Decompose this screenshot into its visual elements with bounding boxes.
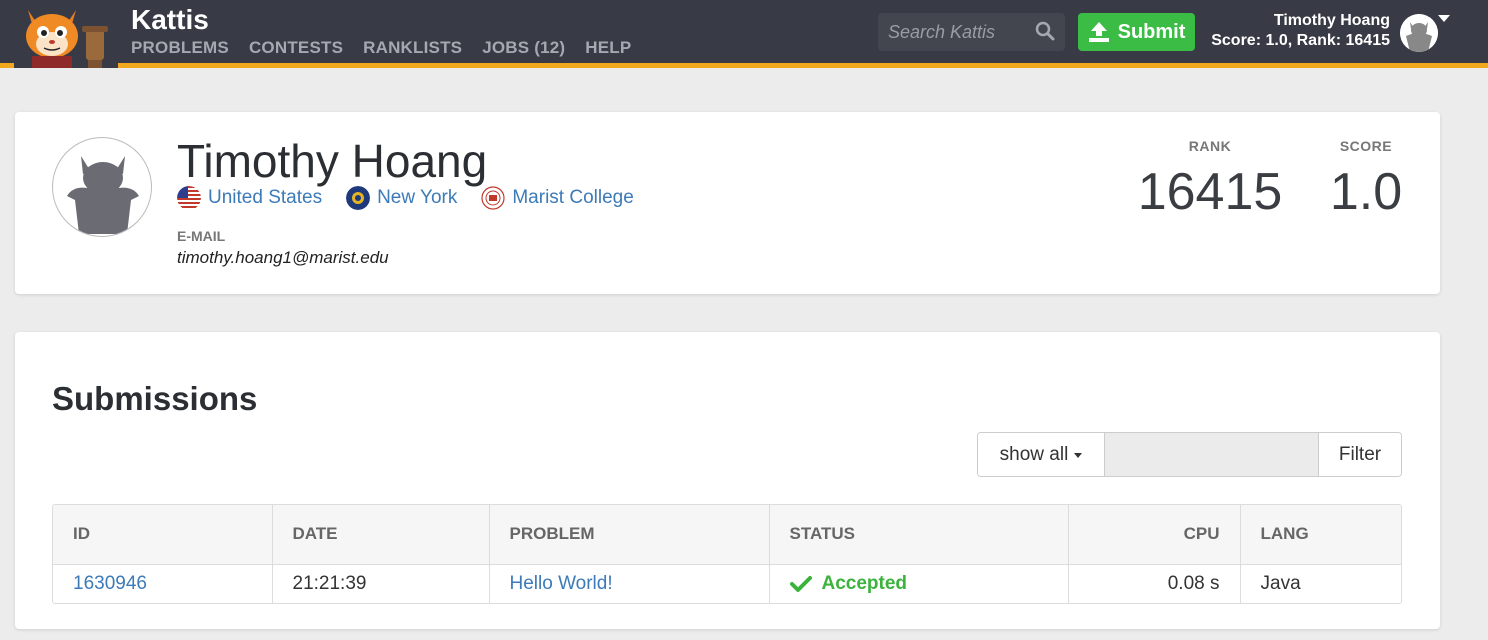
- status-badge: Accepted: [789, 572, 1068, 595]
- nav-jobs[interactable]: JOBS (12): [482, 38, 565, 58]
- affiliation-country: United States: [177, 186, 322, 210]
- country-link[interactable]: United States: [208, 187, 322, 209]
- column-header-problem[interactable]: PROBLEM: [489, 505, 770, 565]
- profile-name: Timothy Hoang: [177, 135, 488, 187]
- submission-cpu: 0.08 s: [1068, 564, 1241, 603]
- rank-stat: RANK 16415: [1137, 138, 1283, 222]
- submission-id-cell: 1630946: [53, 564, 273, 603]
- column-header-lang[interactable]: LANG: [1240, 505, 1401, 565]
- user-name: Timothy Hoang: [1273, 12, 1390, 29]
- submissions-title: Submissions: [52, 380, 258, 417]
- column-header-date[interactable]: DATE: [272, 505, 490, 565]
- rank-label: RANK: [1188, 138, 1232, 154]
- affiliations: United States New York Marist College: [177, 186, 634, 210]
- profile-card: Timothy Hoang United States New York Mar…: [15, 112, 1440, 294]
- submissions-card: Submissions show all Filter ID DATE PROB…: [15, 332, 1440, 629]
- kattis-logo-icon[interactable]: [14, 2, 118, 68]
- score-label: SCORE: [1339, 138, 1393, 154]
- nav-problems[interactable]: PROBLEMS: [131, 38, 229, 58]
- chevron-down-icon: [1074, 453, 1083, 458]
- filter-group: show all Filter: [977, 432, 1402, 477]
- avatar[interactable]: [1400, 14, 1438, 52]
- new-york-seal-icon: [346, 186, 371, 210]
- search-input[interactable]: [878, 13, 1028, 51]
- us-flag-icon: [177, 186, 201, 210]
- score-value: 1.0: [1329, 163, 1403, 221]
- submission-status-cell: Accepted: [769, 564, 1069, 603]
- upload-icon: [1088, 22, 1109, 42]
- user-avatar-icon: [67, 156, 139, 234]
- affiliation-region: New York: [346, 186, 457, 210]
- school-link[interactable]: Marist College: [512, 187, 633, 209]
- column-header-id[interactable]: ID: [53, 505, 273, 565]
- submission-problem-cell: Hello World!: [489, 564, 770, 603]
- filter-input[interactable]: [1105, 433, 1318, 476]
- table-header-row: ID DATE PROBLEM STATUS CPU LANG: [53, 505, 1401, 565]
- submit-button[interactable]: Submit: [1078, 13, 1195, 51]
- submission-lang: Java: [1260, 572, 1301, 594]
- chevron-down-icon[interactable]: [1438, 15, 1450, 22]
- score-stat: SCORE 1.0: [1321, 138, 1411, 222]
- region-link[interactable]: New York: [377, 187, 457, 209]
- user-stats: Score: 1.0, Rank: 16415: [1211, 32, 1390, 49]
- brand-title[interactable]: Kattis: [131, 4, 209, 36]
- submissions-table: ID DATE PROBLEM STATUS CPU LANG 1630946 …: [52, 504, 1402, 604]
- filter-dropdown[interactable]: show all: [978, 433, 1105, 476]
- nav-contests[interactable]: CONTESTS: [249, 38, 343, 58]
- search-icon[interactable]: [1035, 21, 1055, 41]
- nav-help[interactable]: HELP: [585, 38, 631, 58]
- rank-value: 16415: [1137, 163, 1283, 221]
- affiliation-school: Marist College: [481, 186, 634, 210]
- submit-label: Submit: [1117, 20, 1186, 43]
- user-summary[interactable]: Timothy Hoang Score: 1.0, Rank: 16415: [1211, 12, 1390, 50]
- submission-id-link[interactable]: 1630946: [73, 573, 147, 594]
- top-navbar: Kattis PROBLEMS CONTESTS RANKLISTS JOBS …: [0, 0, 1488, 68]
- marist-seal-icon: [481, 186, 505, 210]
- status-text: Accepted: [821, 572, 908, 594]
- filter-dropdown-label: show all: [999, 443, 1069, 465]
- problem-link[interactable]: Hello World!: [510, 573, 613, 594]
- submission-date: 21:21:39: [272, 564, 490, 603]
- main-nav: PROBLEMS CONTESTS RANKLISTS JOBS (12) HE…: [131, 38, 631, 58]
- table-row: 1630946 21:21:39 Hello World! Accepted 0…: [53, 564, 1401, 603]
- column-header-cpu[interactable]: CPU: [1068, 505, 1241, 565]
- nav-ranklists[interactable]: RANKLISTS: [363, 38, 462, 58]
- checkmark-icon: [789, 575, 812, 592]
- user-avatar-icon: [1400, 14, 1438, 52]
- filter-button[interactable]: Filter: [1318, 433, 1401, 476]
- column-header-status[interactable]: STATUS: [769, 505, 1069, 565]
- email-value: timothy.hoang1@marist.edu: [177, 248, 389, 267]
- profile-avatar: [52, 137, 152, 237]
- search-box: [878, 13, 1065, 51]
- email-label: E-MAIL: [177, 228, 226, 244]
